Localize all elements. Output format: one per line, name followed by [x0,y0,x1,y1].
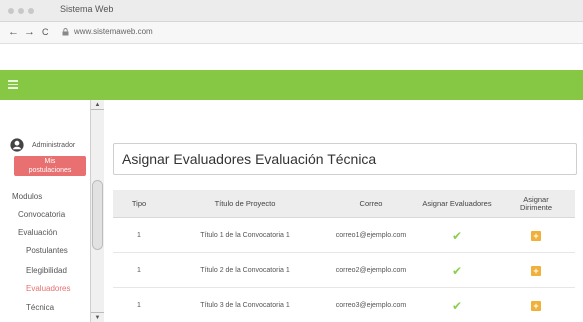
cell-titulo: Título 2 de la Convocatoria 1 [200,267,290,274]
table-row: 1 Título 3 de la Convocatoria 1 correo3@… [113,288,575,322]
scrollbar-thumb[interactable] [92,180,103,250]
sidebar-item-convocatoria[interactable]: Convocatoria [18,210,65,219]
assign-dirimente-cell: + [497,218,575,253]
address-bar: ← → C www.sistemaweb.com [0,22,583,44]
page-title: Asignar Evaluadores Evaluación Técnica [122,151,377,167]
app-header [0,70,583,100]
table-header: Tipo Título de Proyecto Correo Asignar E… [113,190,575,218]
add-dirimente-button[interactable]: + [531,300,541,311]
sidebar-item-tecnica[interactable]: Técnica [26,303,54,312]
tab-title[interactable]: Sistema Web [60,4,113,14]
sidebar-item-evaluacion[interactable]: Evaluación [18,228,57,237]
column-header-asignar-dirimente: Asignar Dirimente [519,195,553,212]
mis-postulaciones-button[interactable]: Mis postulaciones [14,156,86,176]
column-header-correo: Correo [359,199,383,208]
window-minimize-dot[interactable] [18,8,24,14]
sidebar-item-elegibilidad[interactable]: Elegibilidad [26,266,67,275]
cell-tipo: 1 [137,267,141,274]
user-name: Administrador [32,142,76,149]
scroll-up-arrow-icon[interactable]: ▲ [91,100,104,110]
check-icon[interactable]: ✔ [452,264,462,278]
sidebar-item-postulantes[interactable]: Postulantes [26,246,68,255]
sidebar-item-evaluadores[interactable]: Evaluadores [26,284,70,293]
check-icon[interactable]: ✔ [452,299,462,313]
check-icon[interactable]: ✔ [452,229,462,243]
window-close-dot[interactable] [8,8,14,14]
url-field[interactable]: www.sistemaweb.com [74,27,153,36]
assign-dirimente-cell: + [497,253,575,288]
lock-icon [62,28,69,36]
reload-icon[interactable]: C [42,27,49,37]
cell-correo: correo2@ejemplo.com [335,267,407,274]
column-header-asignar-evaluadores: Asignar Evaluadores [422,199,492,208]
window-maximize-dot[interactable] [28,8,34,14]
table-row: 1 Título 2 de la Convocatoria 1 correo2@… [113,253,575,288]
hamburger-menu-icon[interactable] [8,80,18,89]
sidebar-scrollbar[interactable]: ▲ ▼ [90,100,104,322]
table-row: 1 Título 1 de la Convocatoria 1 correo1@… [113,218,575,253]
add-dirimente-button[interactable]: + [531,265,541,276]
sidebar: Administrador Mis postulaciones Modulos … [0,100,104,322]
forward-icon[interactable]: → [24,26,35,38]
assign-evaluators-cell: ✔ [417,288,497,322]
browser-titlebar: Sistema Web [0,0,583,22]
page-title-box: Asignar Evaluadores Evaluación Técnica [113,143,577,175]
cell-correo: correo3@ejemplo.com [335,302,407,309]
column-header-titulo: Título de Proyecto [214,199,276,208]
sidebar-section-modulos: Modulos [12,192,43,201]
cell-correo: correo1@ejemplo.com [335,232,407,239]
back-icon[interactable]: ← [8,26,19,38]
cell-tipo: 1 [137,232,141,239]
user-avatar-icon [10,138,24,152]
assign-dirimente-cell: + [497,288,575,322]
cell-titulo: Título 1 de la Convocatoria 1 [200,232,290,239]
cell-titulo: Título 3 de la Convocatoria 1 [200,302,290,309]
column-header-tipo: Tipo [131,199,147,208]
cell-tipo: 1 [137,302,141,309]
assign-evaluators-cell: ✔ [417,253,497,288]
assign-evaluators-cell: ✔ [417,218,497,253]
add-dirimente-button[interactable]: + [531,230,541,241]
scroll-down-arrow-icon[interactable]: ▼ [91,312,104,322]
